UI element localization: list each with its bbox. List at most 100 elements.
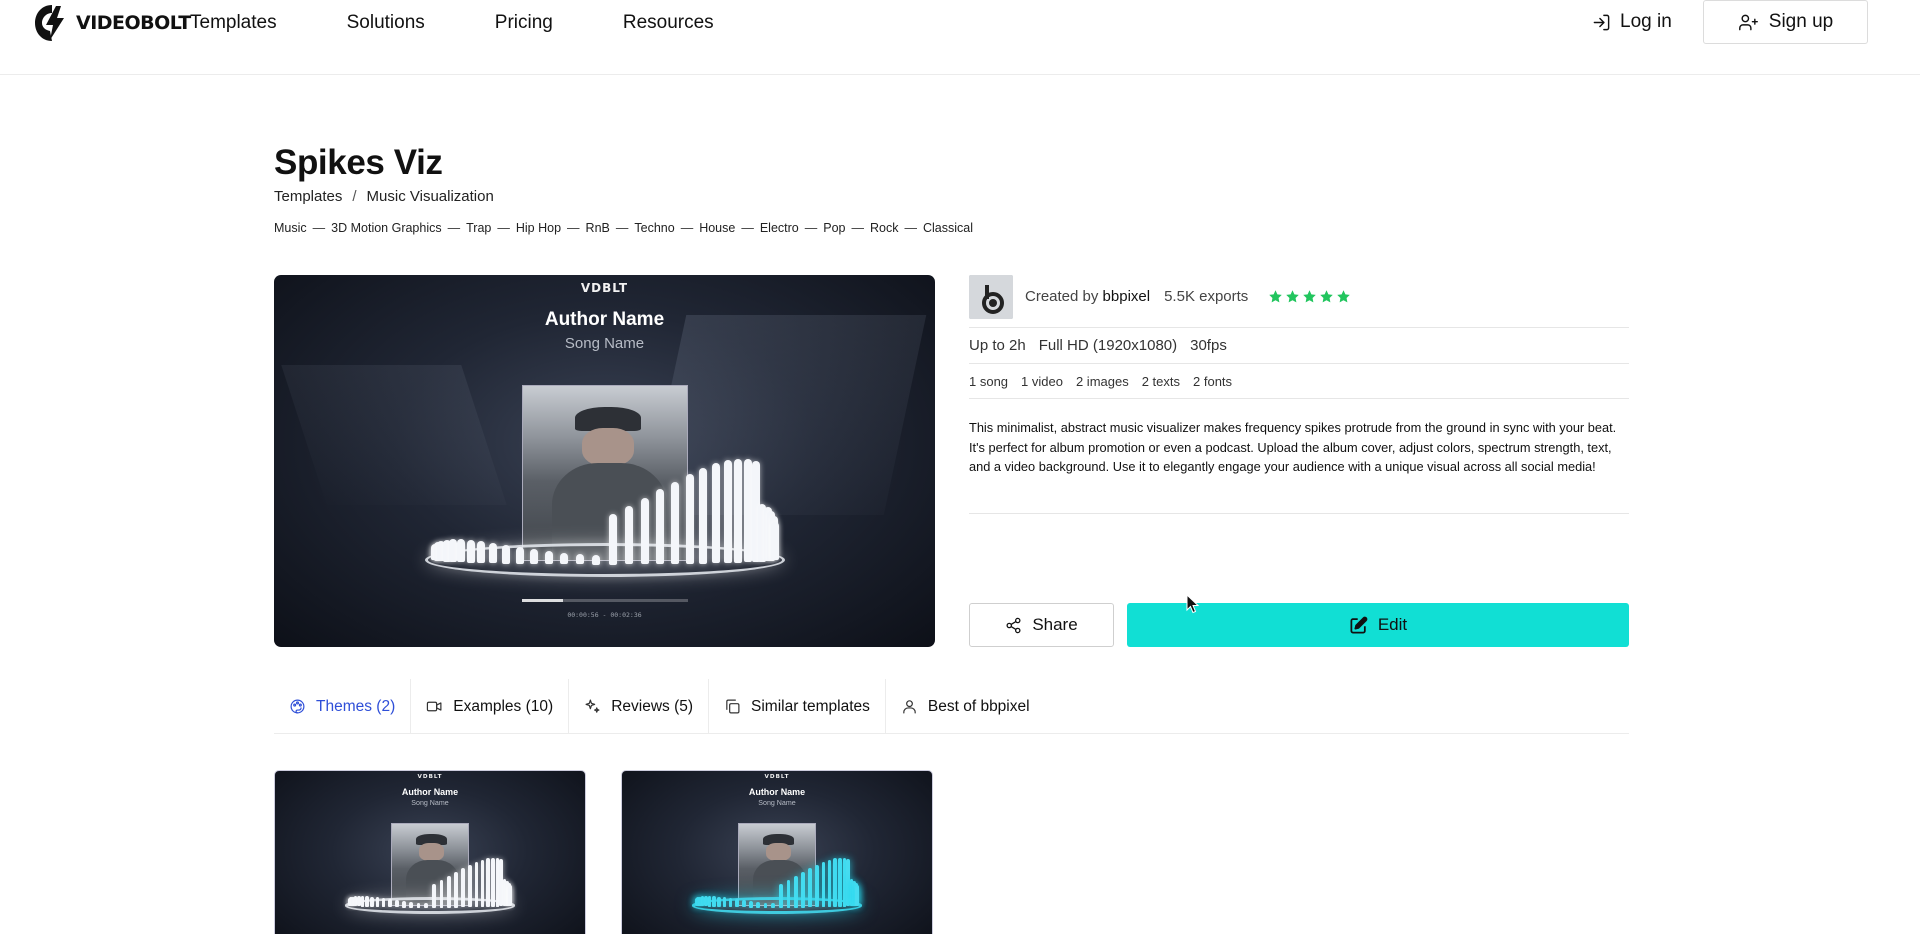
asset-texts: 2 texts: [1141, 374, 1181, 389]
spectrum-spike: [486, 858, 490, 907]
spectrum-spike: [640, 497, 649, 565]
spectrum-spike: [489, 542, 498, 564]
creator-name[interactable]: bbpixel: [1103, 288, 1151, 305]
playback-progress-track: [521, 599, 688, 602]
tag-techno[interactable]: Techno: [634, 221, 674, 235]
tag-rnb[interactable]: RnB: [586, 221, 610, 235]
tag-separator: —: [615, 221, 629, 235]
spectrum-spike: [671, 481, 680, 565]
tab-label: Examples (10): [453, 697, 554, 715]
nav-pricing[interactable]: Pricing: [495, 12, 553, 34]
tab-best-of-bbpixel[interactable]: Best of bbpixel: [886, 679, 1045, 734]
spectrum-spike: [786, 880, 791, 908]
spectrum-spike: [416, 902, 421, 908]
tag-separator: —: [904, 221, 917, 235]
spectrum-spike: [592, 554, 601, 565]
template-preview-video[interactable]: VDBLT Author Name Song Name 00:00:56 - 00:0…: [274, 275, 935, 647]
detail-tabs: Themes (2) Examples (10) Reviews (5) Simila…: [274, 679, 1629, 734]
spectrum-spike: [608, 514, 617, 565]
spectrum-spike: [466, 539, 475, 563]
tag-electro[interactable]: Electro: [760, 221, 799, 235]
tab-label: Themes (2): [316, 697, 396, 715]
tag-music[interactable]: Music: [274, 221, 307, 235]
spectrum-spike: [855, 887, 860, 906]
tag-house[interactable]: House: [699, 221, 735, 235]
tag-separator: —: [497, 221, 510, 235]
tag-hip-hop[interactable]: Hip Hop: [516, 221, 561, 235]
tag-separator: —: [447, 221, 461, 235]
spectrum-spike: [712, 896, 716, 907]
cover-face: [766, 843, 791, 862]
spectrum-spike: [370, 896, 374, 907]
tab-themes[interactable]: Themes (2): [274, 679, 412, 734]
tab-reviews[interactable]: Reviews (5): [569, 679, 710, 734]
tag-separator: —: [567, 221, 580, 235]
edit-label: Edit: [1377, 615, 1408, 634]
spectrum-spike: [508, 887, 513, 906]
spectrum-spike: [381, 898, 386, 908]
tab-similar-templates[interactable]: Similar templates: [709, 679, 886, 734]
spectrum-spike: [624, 506, 633, 565]
spectrum-spike: [409, 902, 413, 908]
nav-templates[interactable]: Templates: [190, 12, 277, 34]
spectrum-spike: [356, 895, 361, 907]
breadcrumb: Templates / Music Visualization: [274, 188, 494, 205]
spectrum-spike: [439, 880, 444, 908]
spec-duration: Up to 2h: [969, 337, 1026, 354]
tag-rock[interactable]: Rock: [870, 221, 898, 235]
spectrum-spike: [741, 900, 746, 908]
tag-trap[interactable]: Trap: [466, 221, 491, 235]
author-name-text: Author Name: [401, 787, 459, 798]
edit-button[interactable]: Edit: [1127, 603, 1629, 647]
logo-text: VIDEOBOLT: [76, 12, 191, 34]
sparkles-icon: [585, 699, 600, 713]
created-prefix: Created by: [1025, 288, 1099, 305]
spectrum-spike: [833, 858, 837, 907]
cover-face: [581, 427, 634, 467]
theme-card-2[interactable]: VDBLT Author Name Song Name: [621, 770, 933, 934]
breadcrumb-music-visualization[interactable]: Music Visualization: [367, 188, 494, 205]
share-icon: [1006, 617, 1021, 633]
copy-icon: [726, 699, 740, 714]
share-button[interactable]: Share: [969, 603, 1114, 647]
tag-classical[interactable]: Classical: [923, 221, 973, 235]
creator-avatar[interactable]: [969, 275, 1013, 319]
signup-button[interactable]: Sign up: [1703, 0, 1868, 44]
login-link[interactable]: Log in: [1592, 11, 1672, 33]
divider: [969, 327, 1629, 328]
tag-separator: —: [741, 221, 754, 235]
theme-card-1[interactable]: VDBLT Author Name Song Name: [274, 770, 586, 934]
spectrum-spike: [827, 859, 832, 908]
spectrum-spike: [756, 902, 760, 908]
tab-examples[interactable]: Examples (10): [411, 679, 570, 734]
spectrum-spike: [656, 489, 665, 565]
videobolt-logo[interactable]: VIDEOBOLT: [34, 4, 191, 42]
spectrum-spike: [474, 862, 479, 908]
tag-pop[interactable]: Pop: [823, 221, 845, 235]
tag-separator: —: [804, 221, 818, 235]
spectrum-spike: [365, 896, 369, 907]
spectrum-spike: [401, 901, 406, 908]
tab-label: Similar templates: [751, 697, 870, 715]
spectrum-spike: [544, 551, 553, 565]
tab-label: Reviews (5): [611, 697, 694, 715]
spectrum-spike: [743, 458, 752, 563]
brand-text: VDBLT: [580, 281, 629, 295]
breadcrumb-templates[interactable]: Templates: [274, 188, 342, 205]
tag-3d-motion-graphics[interactable]: 3D Motion Graphics: [331, 221, 441, 235]
spectrum-spike: [815, 865, 819, 908]
spectrum-spike: [711, 463, 720, 564]
spectrum-spike: [515, 546, 524, 564]
spectrum-spike: [529, 549, 538, 565]
nav-resources[interactable]: Resources: [623, 12, 714, 34]
spectrum-spike: [387, 899, 392, 908]
video-camera-icon: [427, 701, 442, 712]
rating-stars: [1268, 289, 1351, 304]
cover-face: [419, 843, 444, 862]
spectrum-spike: [838, 857, 842, 907]
author-name-text: Author Name: [748, 787, 806, 798]
nav-solutions[interactable]: Solutions: [347, 12, 425, 34]
tab-label: Best of bbpixel: [927, 697, 1030, 715]
spectrum-spike: [763, 902, 768, 908]
page-title: Spikes Viz: [274, 143, 443, 182]
